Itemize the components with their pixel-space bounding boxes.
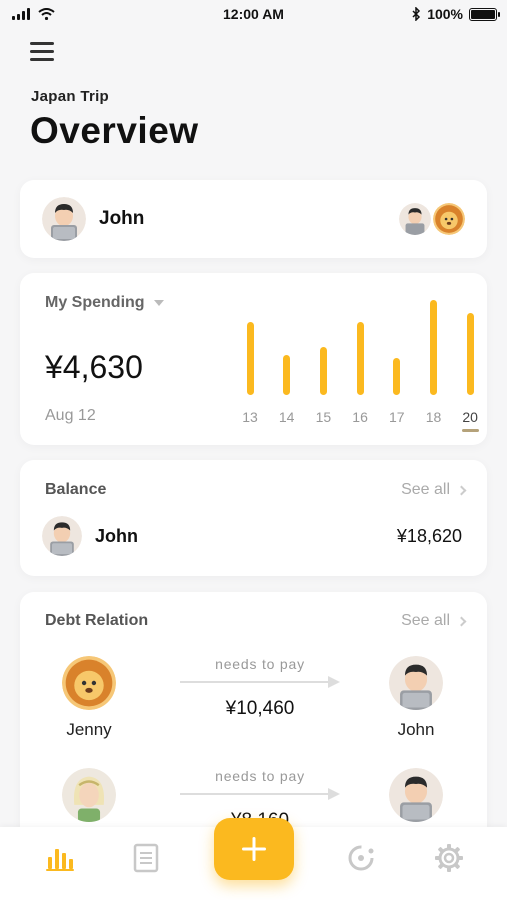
menu-icon[interactable] xyxy=(30,42,54,62)
chart-tick-label[interactable]: 20 xyxy=(455,409,485,425)
add-icon xyxy=(242,837,266,861)
see-all-label: See all xyxy=(401,612,450,629)
spending-chart[interactable]: 13 14 15 16 17 18 20 xyxy=(222,289,479,439)
arrow-right-icon xyxy=(180,788,340,800)
debt-to xyxy=(371,768,461,822)
chart-bar[interactable] xyxy=(430,300,437,395)
needs-to-pay-label: needs to pay xyxy=(215,656,305,672)
balance-name: John xyxy=(95,525,138,546)
chart-tick-label[interactable]: 16 xyxy=(345,409,375,425)
debt-amount: ¥10,460 xyxy=(225,698,295,719)
arrow-right-icon xyxy=(180,676,340,688)
chart-bar[interactable] xyxy=(393,357,401,395)
trip-name: Japan Trip xyxy=(31,88,110,105)
caret-down-icon xyxy=(153,300,164,306)
debt-to: John xyxy=(371,656,461,740)
chart-bar[interactable] xyxy=(319,346,327,395)
debt-from: Jenny xyxy=(44,656,134,740)
balance-amount: ¥18,620 xyxy=(396,525,462,546)
debt-middle: needs to pay ¥10,460 xyxy=(180,656,340,720)
debt-from-name: Jenny xyxy=(66,720,112,739)
debt-from xyxy=(44,768,134,822)
chart-bar[interactable] xyxy=(246,322,254,395)
chevron-right-icon xyxy=(456,616,467,626)
spending-amount: ¥4,630 xyxy=(45,349,143,385)
debt-row[interactable]: Jenny needs to pay ¥10,460 John xyxy=(20,656,487,756)
tab-overview[interactable] xyxy=(43,841,77,875)
avatar-john xyxy=(389,656,443,710)
add-expense-button[interactable] xyxy=(214,818,294,880)
member-avatar-jenny xyxy=(433,203,465,235)
chart-tick-label[interactable]: 13 xyxy=(235,409,265,425)
balance-see-all[interactable]: See all xyxy=(401,481,467,499)
chart-tick-label[interactable]: 15 xyxy=(308,409,338,425)
chart-icon xyxy=(46,849,74,871)
tab-activity[interactable] xyxy=(344,841,378,875)
member-avatars[interactable] xyxy=(399,203,465,235)
tab-settings[interactable] xyxy=(432,841,466,875)
chevron-right-icon xyxy=(456,485,467,495)
selected-day-indicator xyxy=(461,429,479,432)
balance-title: Balance xyxy=(45,481,107,498)
avatar-john xyxy=(389,768,443,822)
avatar-john xyxy=(42,516,82,556)
chart-bar[interactable] xyxy=(466,313,474,395)
settings-icon xyxy=(435,844,463,872)
see-all-label: See all xyxy=(401,481,450,498)
tab-records[interactable] xyxy=(129,841,163,875)
balance-card: Balance See all John ¥18,620 xyxy=(20,460,487,576)
chart-tick-label[interactable]: 17 xyxy=(382,409,412,425)
spending-card[interactable]: My Spending ¥4,630 Aug 12 13 14 15 16 17 18 20 xyxy=(20,273,487,445)
status-time: 12:00 AM xyxy=(223,6,284,22)
member-avatar-john xyxy=(399,203,431,235)
debt-to-name: John xyxy=(397,720,435,739)
needs-to-pay-label: needs to pay xyxy=(215,768,305,784)
chart-tick-label[interactable]: 14 xyxy=(272,409,302,425)
balance-row[interactable]: John ¥18,620 xyxy=(42,516,462,556)
debt-title: Debt Relation xyxy=(45,612,149,629)
status-bar: 12:00 AM 100% xyxy=(0,0,507,28)
debt-see-all[interactable]: See all xyxy=(401,612,467,630)
spending-dropdown[interactable]: My Spending xyxy=(45,294,164,312)
avatar-jenny xyxy=(62,656,116,710)
spending-label: My Spending xyxy=(45,294,145,311)
receipt-icon xyxy=(133,843,159,873)
spending-date: Aug 12 xyxy=(45,407,96,424)
chart-bar[interactable] xyxy=(283,355,291,395)
chart-bar[interactable] xyxy=(356,322,364,395)
refresh-icon xyxy=(348,845,374,871)
user-card[interactable]: John xyxy=(20,180,487,258)
battery-icon xyxy=(469,7,500,21)
page-title: Overview xyxy=(30,110,199,151)
user-name: John xyxy=(99,208,145,229)
avatar-john xyxy=(42,197,86,241)
avatar-elf xyxy=(62,768,116,822)
chart-tick-label[interactable]: 18 xyxy=(419,409,449,425)
